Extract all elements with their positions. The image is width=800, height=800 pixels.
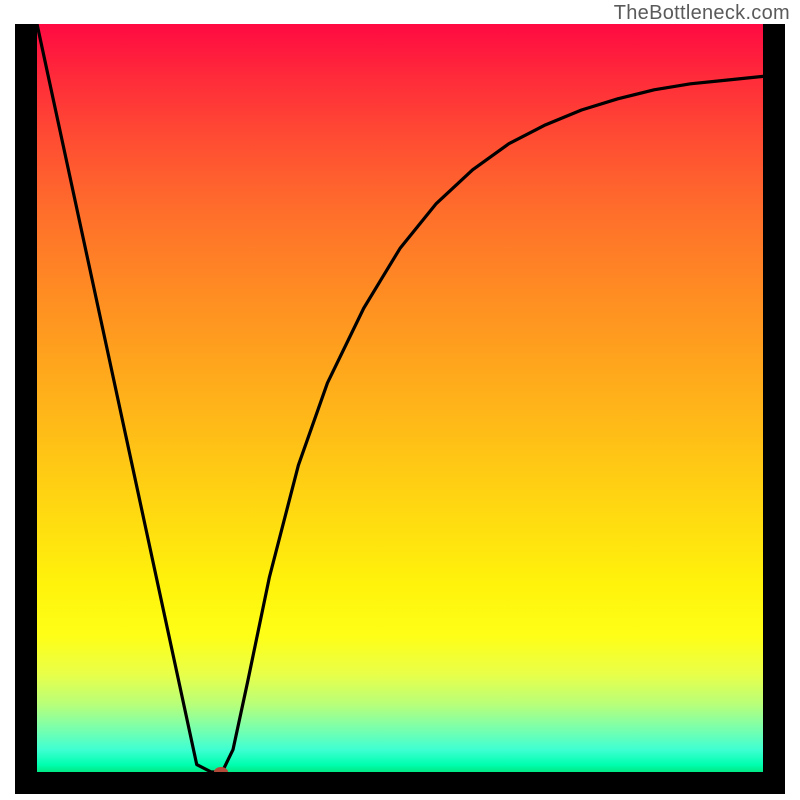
watermark-text: TheBottleneck.com xyxy=(614,2,790,25)
optimal-point-marker xyxy=(214,767,228,772)
bottleneck-curve xyxy=(37,24,763,772)
chart-frame: TheBottleneck.com xyxy=(0,0,800,800)
plot-border xyxy=(15,24,785,794)
plot-area xyxy=(37,24,763,772)
